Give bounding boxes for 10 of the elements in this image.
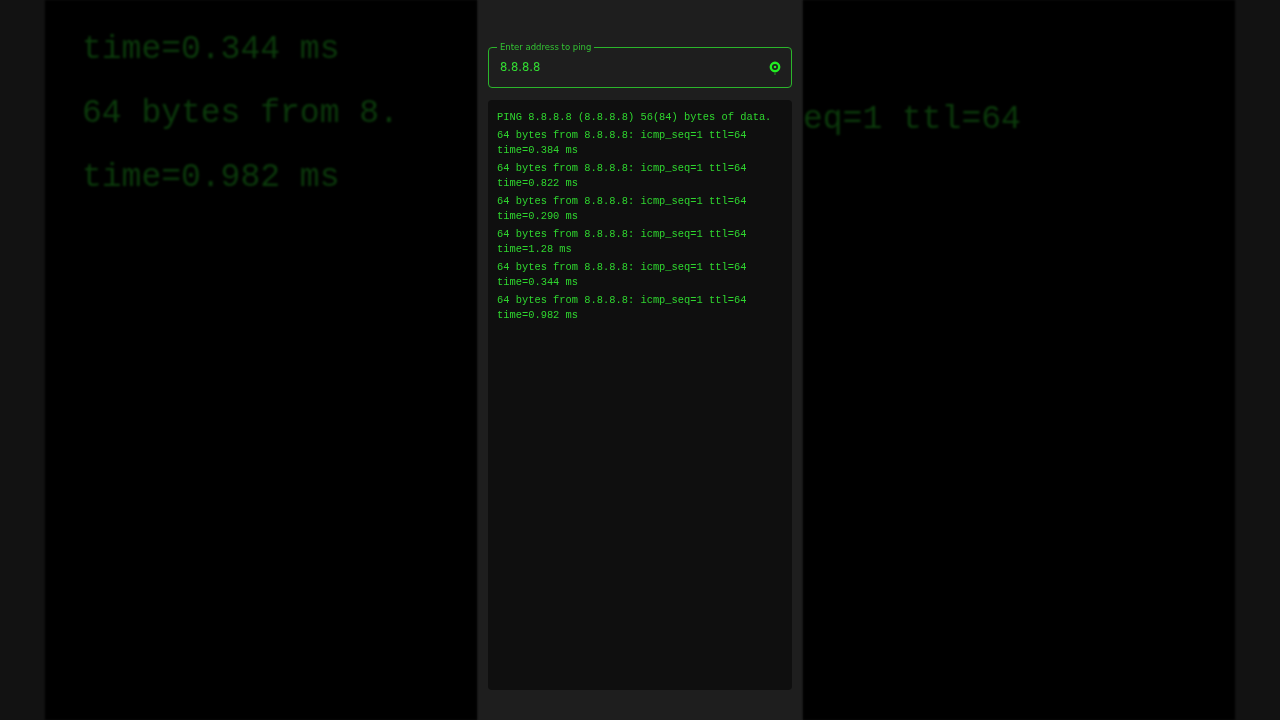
output-line: 64 bytes from 8.8.8.8: icmp_seq=1 ttl=64 time=0.822 ms — [497, 161, 748, 191]
field-label: Enter address to ping — [497, 41, 595, 53]
field-value: 8.8.8.8 — [500, 58, 542, 76]
output-line: 64 bytes from 8.8.8.8: icmp_seq=1 ttl=64 time=0.982 ms — [497, 293, 748, 323]
output-line: 64 bytes from 8.8.8.8: icmp_seq=1 ttl=64 time=0.384 ms — [497, 128, 748, 158]
status-icon — [769, 60, 781, 75]
output-line: 64 bytes from 8.8.8.8: icmp_seq=1 ttl=64 time=1.28 ms — [497, 227, 748, 257]
output-line: 64 bytes from 8.8.8.8: icmp_seq=1 ttl=64 time=0.344 ms — [497, 260, 748, 290]
output-line: PING 8.8.8.8 (8.8.8.8) 56(84) bytes of data. — [497, 110, 773, 125]
output-line: 64 bytes from 8.8.8.8: icmp_seq=1 ttl=64 time=0.290 ms — [497, 194, 748, 224]
